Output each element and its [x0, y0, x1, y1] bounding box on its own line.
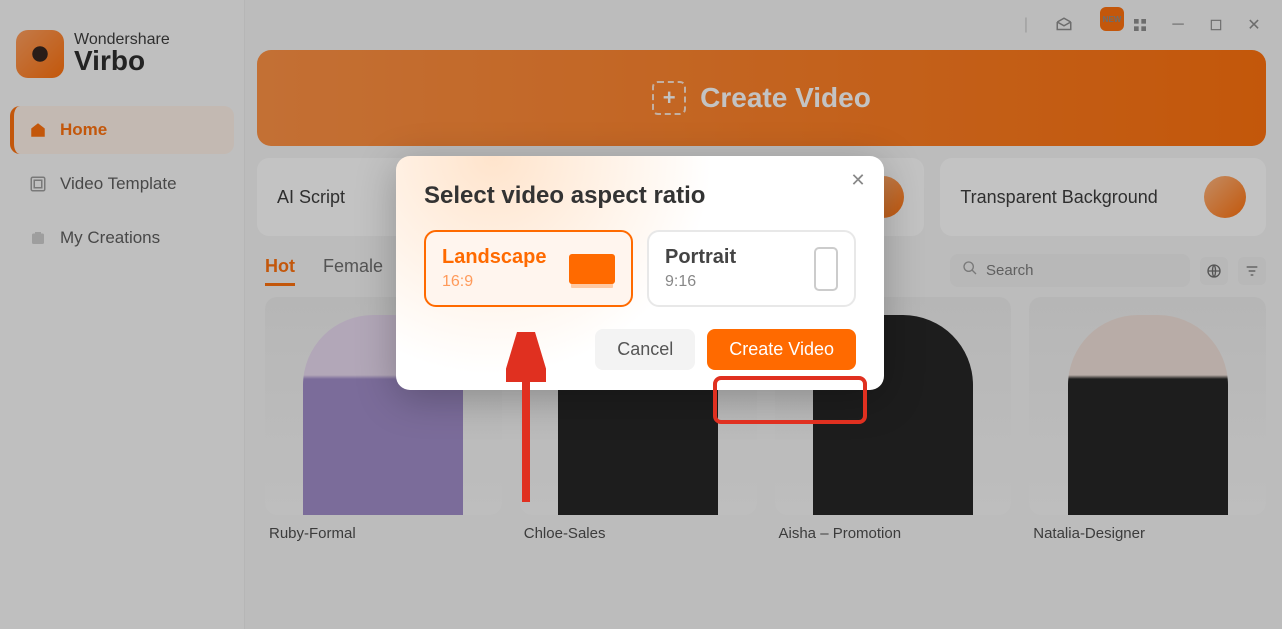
create-video-button[interactable]: Create Video	[707, 329, 856, 370]
cancel-button[interactable]: Cancel	[595, 329, 695, 370]
ratio-value: 9:16	[665, 273, 736, 291]
portrait-icon	[814, 247, 838, 291]
ratio-value: 16:9	[442, 273, 546, 291]
ratio-option-landscape[interactable]: Landscape 16:9	[424, 230, 633, 307]
ratio-option-portrait[interactable]: Portrait 9:16	[647, 230, 856, 307]
ratio-name: Landscape	[442, 246, 546, 269]
ratio-name: Portrait	[665, 246, 736, 269]
close-icon[interactable]: ✕	[846, 168, 870, 192]
aspect-ratio-modal: ✕ Select video aspect ratio Landscape 16…	[396, 156, 884, 390]
modal-title: Select video aspect ratio	[424, 182, 856, 210]
landscape-icon	[569, 254, 615, 284]
